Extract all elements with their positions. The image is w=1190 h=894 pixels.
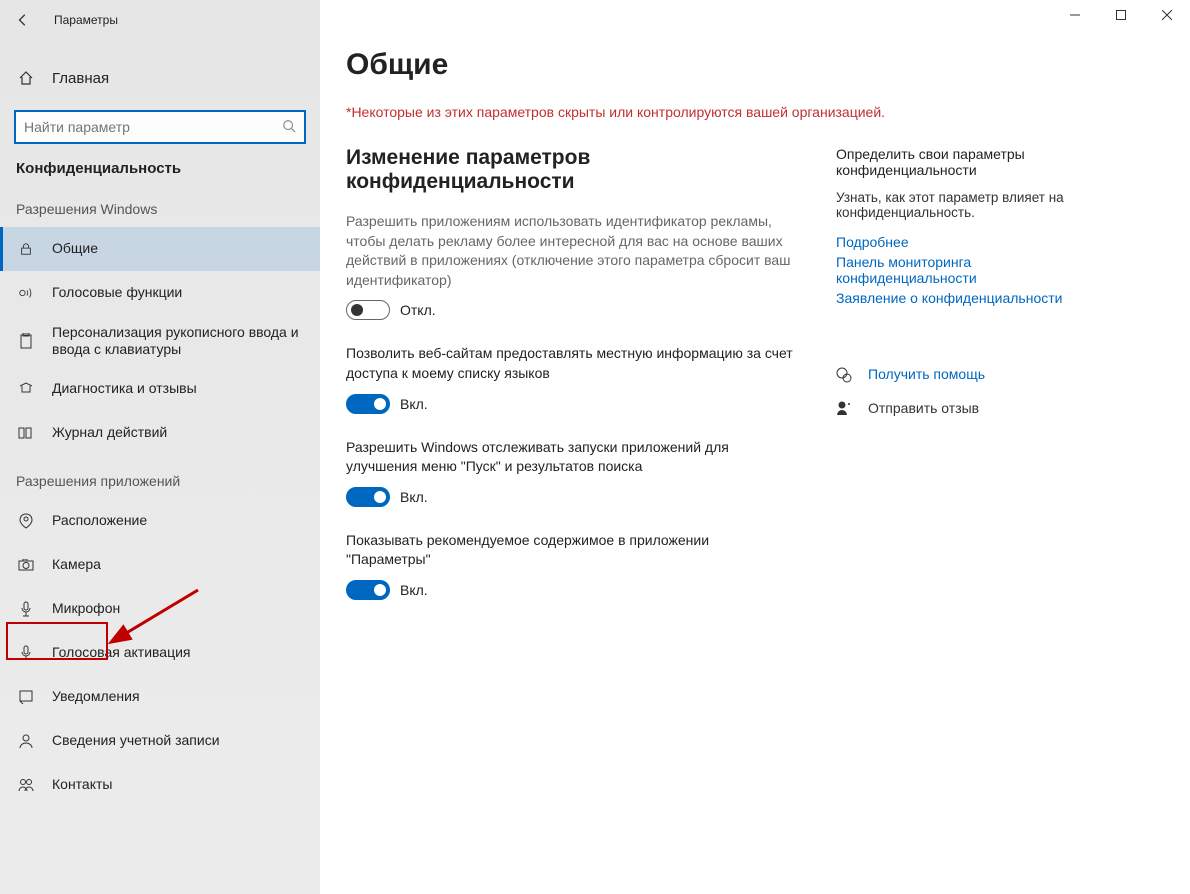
link-give-feedback[interactable]: Отправить отзыв bbox=[868, 400, 979, 416]
link-get-help[interactable]: Получить помощь bbox=[868, 366, 985, 382]
camera-icon bbox=[16, 559, 36, 571]
sidebar-item-label: Расположение bbox=[52, 512, 320, 530]
sidebar-home[interactable]: Главная bbox=[0, 58, 320, 98]
location-icon bbox=[16, 513, 36, 529]
sidebar-item-voice-activation[interactable]: Голосовая активация bbox=[0, 631, 320, 675]
window-title: Параметры bbox=[54, 13, 118, 27]
search-box[interactable] bbox=[14, 110, 306, 144]
sidebar-item-camera[interactable]: Камера bbox=[0, 543, 320, 587]
sidebar-item-label: Голосовая активация bbox=[52, 644, 320, 662]
setting-desc: Разрешить приложениям использовать идент… bbox=[346, 212, 796, 290]
notifications-icon bbox=[16, 690, 36, 704]
toggle-state-label: Вкл. bbox=[400, 489, 428, 505]
right-title: Определить свои параметры конфиденциальн… bbox=[836, 146, 1096, 178]
sidebar-item-speech[interactable]: Голосовые функции bbox=[0, 271, 320, 315]
sidebar-item-label: Микрофон bbox=[52, 600, 320, 618]
sidebar-item-label: Общие bbox=[52, 240, 320, 258]
sidebar-item-label: Контакты bbox=[52, 776, 320, 794]
minimize-button[interactable] bbox=[1052, 0, 1098, 30]
maximize-button[interactable] bbox=[1098, 0, 1144, 30]
right-panel: Определить свои параметры конфиденциальн… bbox=[836, 146, 1096, 624]
main-content: Общие *Некоторые из этих параметров скры… bbox=[320, 0, 1190, 894]
sidebar-item-general[interactable]: Общие bbox=[0, 227, 320, 271]
sidebar-item-label: Камера bbox=[52, 556, 320, 574]
sidebar-group-app-permissions: Разрешения приложений bbox=[0, 455, 320, 499]
setting-desc: Позволить веб-сайтам предоставлять местн… bbox=[346, 344, 796, 383]
section-title: Изменение параметров конфиденциальности bbox=[346, 146, 796, 194]
sidebar-item-contacts[interactable]: Контакты bbox=[0, 763, 320, 807]
setting-suggested-content: Показывать рекомендуемое содержимое в пр… bbox=[346, 531, 796, 600]
sidebar-item-account-info[interactable]: Сведения учетной записи bbox=[0, 719, 320, 763]
microphone-icon bbox=[16, 601, 36, 617]
close-button[interactable] bbox=[1144, 0, 1190, 30]
back-button[interactable] bbox=[14, 11, 32, 29]
sidebar-home-label: Главная bbox=[52, 70, 109, 87]
sidebar-item-label: Журнал действий bbox=[52, 424, 320, 442]
feedback-icon bbox=[836, 401, 854, 420]
sidebar-item-notifications[interactable]: Уведомления bbox=[0, 675, 320, 719]
clipboard-icon bbox=[16, 333, 36, 349]
voice-activation-icon bbox=[16, 645, 36, 661]
link-learn-more[interactable]: Подробнее bbox=[836, 234, 1096, 250]
toggle-state-label: Вкл. bbox=[400, 582, 428, 598]
sidebar-item-location[interactable]: Расположение bbox=[0, 499, 320, 543]
window-controls bbox=[1052, 0, 1190, 30]
setting-desc: Показывать рекомендуемое содержимое в пр… bbox=[346, 531, 796, 570]
feedback-icon bbox=[16, 382, 36, 396]
sidebar-item-microphone[interactable]: Микрофон bbox=[0, 587, 320, 631]
home-icon bbox=[16, 70, 36, 86]
sidebar-item-diagnostics[interactable]: Диагностика и отзывы bbox=[0, 367, 320, 411]
link-privacy-dashboard[interactable]: Панель мониторинга конфиденциальности bbox=[836, 254, 1096, 286]
toggle-website-language[interactable] bbox=[346, 394, 390, 414]
lock-icon bbox=[16, 242, 36, 256]
sidebar: Параметры Главная Конфиденциальность Раз… bbox=[0, 0, 320, 894]
help-icon bbox=[836, 367, 854, 386]
toggle-advertising-id[interactable] bbox=[346, 300, 390, 320]
toggle-state-label: Вкл. bbox=[400, 396, 428, 412]
toggle-state-label: Откл. bbox=[400, 302, 436, 318]
sidebar-item-label: Голосовые функции bbox=[52, 284, 320, 302]
sidebar-item-label: Диагностика и отзывы bbox=[52, 380, 320, 398]
setting-website-language: Позволить веб-сайтам предоставлять местн… bbox=[346, 344, 796, 413]
right-desc: Узнать, как этот параметр влияет на конф… bbox=[836, 190, 1096, 220]
sidebar-group-windows-permissions: Разрешения Windows bbox=[0, 183, 320, 227]
setting-desc: Разрешить Windows отслеживать запуски пр… bbox=[346, 438, 796, 477]
org-warning: *Некоторые из этих параметров скрыты или… bbox=[346, 104, 1164, 120]
page-title: Общие bbox=[346, 48, 1164, 82]
sidebar-item-activity-history[interactable]: Журнал действий bbox=[0, 411, 320, 455]
sidebar-item-label: Уведомления bbox=[52, 688, 320, 706]
link-privacy-statement[interactable]: Заявление о конфиденциальности bbox=[836, 290, 1096, 306]
setting-advertising-id: Разрешить приложениям использовать идент… bbox=[346, 212, 796, 320]
titlebar: Параметры bbox=[0, 4, 320, 36]
toggle-suggested-content[interactable] bbox=[346, 580, 390, 600]
toggle-app-launch-tracking[interactable] bbox=[346, 487, 390, 507]
sidebar-item-label: Сведения учетной записи bbox=[52, 732, 320, 750]
sidebar-item-label: Персонализация рукописного ввода и ввода… bbox=[52, 324, 320, 359]
setting-app-launch-tracking: Разрешить Windows отслеживать запуски пр… bbox=[346, 438, 796, 507]
speech-icon bbox=[16, 286, 36, 300]
contacts-icon bbox=[16, 778, 36, 792]
sidebar-category: Конфиденциальность bbox=[0, 152, 320, 183]
search-input[interactable] bbox=[24, 119, 282, 135]
search-icon bbox=[282, 119, 296, 136]
sidebar-item-inking[interactable]: Персонализация рукописного ввода и ввода… bbox=[0, 315, 320, 367]
history-icon bbox=[16, 426, 36, 440]
account-icon bbox=[16, 734, 36, 748]
